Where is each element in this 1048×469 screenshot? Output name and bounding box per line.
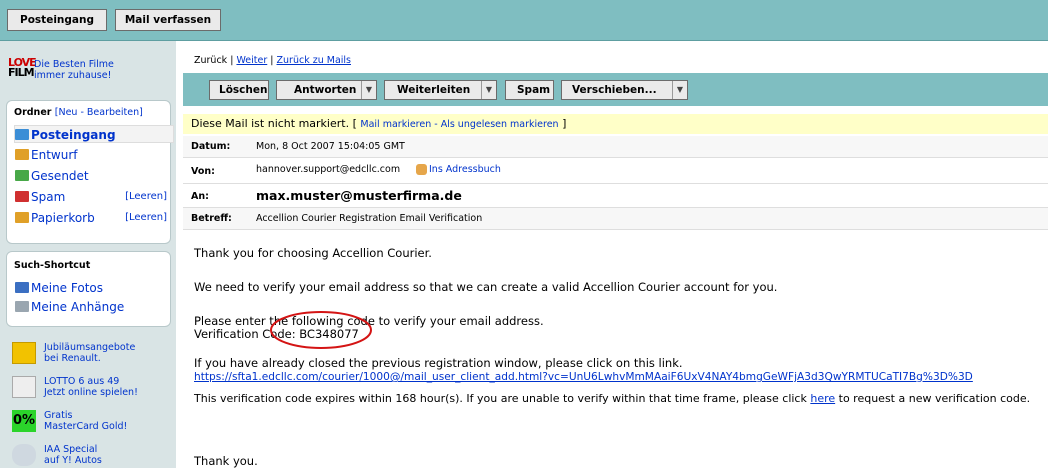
flag-notice: Diese Mail ist nicht markiert. [ Mail ma… — [183, 114, 1048, 134]
registration-link-line: https://sfta1.edcllc.com/courier/1000@/m… — [194, 369, 973, 384]
lovefilm-logo: LOVE FILM — [8, 56, 37, 79]
delete-button[interactable]: Löschen — [209, 80, 269, 100]
subject-row: Betreff: Accellion Courier Registration … — [183, 208, 1048, 230]
action-toolbar: Löschen Antworten ▼ Weiterleiten ▼ Spam Ve… — [183, 73, 1048, 106]
lotto-icon — [12, 376, 36, 398]
spam-folder-icon — [15, 191, 29, 202]
empty-spam-link[interactable]: [Leeren] — [125, 188, 167, 206]
folder-spam[interactable]: Spam [Leeren] — [15, 188, 175, 206]
photos-icon — [15, 282, 29, 293]
ad-mastercard[interactable]: 0% Gratis MasterCard Gold! — [8, 407, 173, 435]
lovefilm-promo[interactable]: LOVE FILM Die Besten Filme immer zuhause! — [8, 55, 170, 87]
mail-view: Zurück | Weiter | Zurück zu Mails Lösche… — [183, 41, 1048, 468]
expiry-paragraph: This verification code expires within 16… — [194, 392, 1031, 405]
from-row: Von: hannover.support@edcllc.com Ins Adr… — [183, 158, 1048, 184]
inbox-folder-icon — [15, 129, 29, 140]
next-link[interactable]: Weiter — [236, 55, 267, 66]
forward-button[interactable]: Weiterleiten ▼ — [384, 80, 497, 100]
ad-renault[interactable]: Jubiläumsangebote bei Renault. — [8, 339, 173, 367]
shortcut-box: Such-Shortcut Meine Fotos Meine Anhänge — [6, 251, 171, 327]
subject-text: Accellion Courier Registration Email Ver… — [256, 213, 483, 224]
renault-logo-icon — [12, 342, 36, 364]
top-bar: Posteingang Mail verfassen — [0, 0, 1048, 41]
reply-button[interactable]: Antworten ▼ — [276, 80, 377, 100]
shortcut-photos[interactable]: Meine Fotos — [15, 279, 175, 297]
shortcut-attachments[interactable]: Meine Anhänge — [15, 298, 175, 316]
zero-percent-icon: 0% — [12, 410, 36, 432]
body-closing: Thank you. — [194, 454, 258, 468]
car-icon — [12, 444, 36, 466]
folder-trash[interactable]: Papierkorb [Leeren] — [15, 209, 175, 227]
chevron-down-icon[interactable]: ▼ — [481, 81, 496, 99]
empty-trash-link[interactable]: [Leeren] — [125, 209, 167, 227]
inbox-button[interactable]: Posteingang — [7, 9, 107, 31]
registration-link[interactable]: https://sfta1.edcllc.com/courier/1000@/m… — [194, 371, 973, 383]
trash-folder-icon — [15, 212, 29, 223]
request-new-code-link[interactable]: here — [810, 392, 835, 405]
addressbook-icon — [416, 164, 427, 175]
body-paragraph: If you have already closed the previous … — [194, 356, 683, 370]
add-to-addressbook-link[interactable]: Ins Adressbuch — [429, 164, 501, 175]
draft-folder-icon — [15, 149, 29, 160]
promo-text: Die Besten Filme immer zuhause! — [34, 59, 114, 81]
ad-iaa[interactable]: IAA Special auf Y! Autos — [8, 441, 173, 469]
back-link[interactable]: Zurück — [194, 55, 227, 66]
folder-edit-link[interactable]: [Neu - Bearbeiten] — [55, 107, 143, 118]
folder-box: Ordner [Neu - Bearbeiten] Posteingang En… — [6, 100, 174, 244]
date-row: Datum: Mon, 8 Oct 2007 15:04:05 GMT — [183, 136, 1048, 158]
body-paragraph: We need to verify your email address so … — [194, 280, 778, 294]
chevron-down-icon[interactable]: ▼ — [672, 81, 687, 99]
mail-nav: Zurück | Weiter | Zurück zu Mails — [194, 55, 351, 66]
shortcut-box-title: Such-Shortcut — [14, 260, 91, 271]
folder-box-title: Ordner [Neu - Bearbeiten] — [14, 107, 143, 118]
sent-folder-icon — [15, 170, 29, 181]
red-circle-annotation — [270, 311, 372, 349]
spam-button[interactable]: Spam — [505, 80, 554, 100]
folder-sent[interactable]: Gesendet — [15, 167, 175, 185]
mark-mail-link[interactable]: Mail markieren - Als ungelesen markieren — [360, 119, 558, 130]
back-to-mails-link[interactable]: Zurück zu Mails — [277, 55, 351, 66]
compose-button[interactable]: Mail verfassen — [115, 9, 221, 31]
paperclip-icon — [15, 301, 29, 312]
chevron-down-icon[interactable]: ▼ — [361, 81, 376, 99]
body-greeting: Thank you for choosing Accellion Courier… — [194, 246, 432, 260]
to-address: max.muster@musterfirma.de — [256, 188, 462, 203]
to-row: An: max.muster@musterfirma.de — [183, 184, 1048, 208]
ad-lotto[interactable]: LOTTO 6 aus 49 Jetzt online spielen! — [8, 373, 173, 401]
from-address: hannover.support@edcllc.com — [256, 164, 401, 175]
folder-draft[interactable]: Entwurf — [15, 146, 175, 164]
move-button[interactable]: Verschieben... ▼ — [561, 80, 688, 100]
folder-inbox[interactable]: Posteingang — [14, 125, 174, 143]
